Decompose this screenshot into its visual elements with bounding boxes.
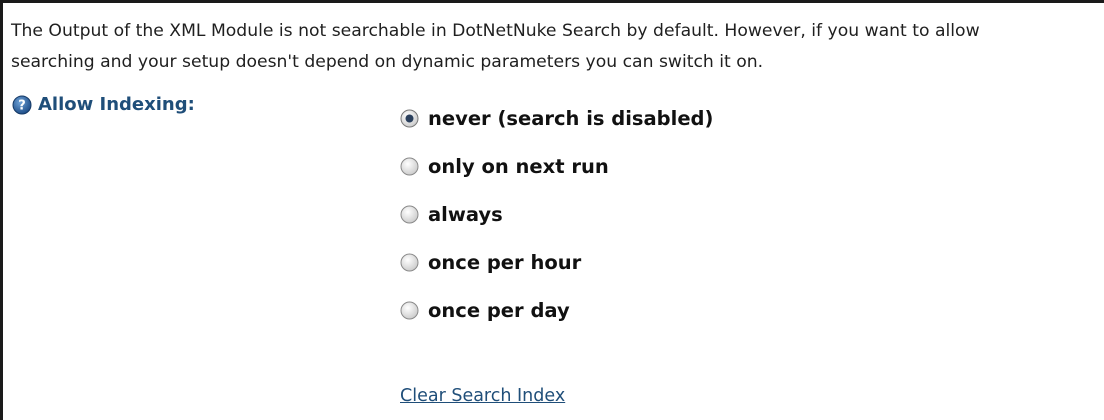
option-label: only on next run [428, 154, 609, 178]
radio-icon[interactable] [400, 157, 419, 176]
option-label: once per hour [428, 250, 582, 274]
description-text: The Output of the XML Module is not sear… [11, 16, 1104, 78]
radio-selected-icon[interactable] [400, 109, 419, 128]
allow-indexing-label-text: Allow Indexing: [38, 94, 195, 115]
option-once-per-hour[interactable]: once per hour [400, 247, 581, 277]
svg-text:?: ? [18, 98, 26, 113]
radio-icon[interactable] [400, 301, 419, 320]
clear-search-index-link[interactable]: Clear Search Index [400, 386, 565, 406]
option-label: always [428, 202, 503, 226]
option-never[interactable]: never (search is disabled) [400, 103, 713, 133]
description-line-2: searching and your setup doesn't depend … [11, 52, 764, 72]
radio-icon[interactable] [400, 253, 419, 272]
option-label: never (search is disabled) [428, 106, 714, 130]
option-only-on-next-run[interactable]: only on next run [400, 151, 609, 181]
help-icon[interactable]: ? [12, 95, 32, 115]
settings-panel: The Output of the XML Module is not sear… [0, 0, 1104, 420]
option-label: once per day [428, 298, 570, 322]
description-line-1: The Output of the XML Module is not sear… [11, 21, 980, 41]
radio-icon[interactable] [400, 205, 419, 224]
option-always[interactable]: always [400, 199, 503, 229]
option-once-per-day[interactable]: once per day [400, 295, 570, 325]
allow-indexing-label: ? Allow Indexing: [12, 94, 195, 115]
